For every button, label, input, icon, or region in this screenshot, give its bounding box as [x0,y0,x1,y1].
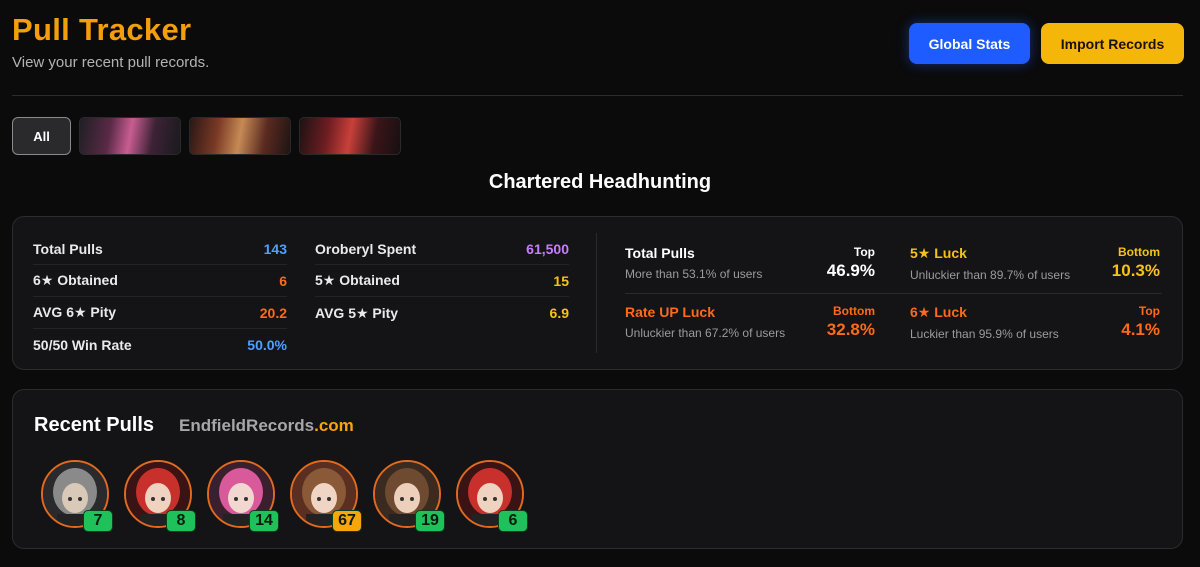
luck-percent: 46.9% [826,261,875,280]
luck-5star: 5★ Luck Unluckier than 89.7% of users Bo… [910,245,1160,282]
pull-item[interactable]: 67 [290,460,362,532]
banner-filter-2[interactable] [189,117,291,155]
stat-6star-obtained: 6★ Obtained 6 [33,265,287,297]
stats-column-left: Total Pulls 143 6★ Obtained 6 AVG 6★ Pity 2… [33,233,287,361]
page-header: Pull Tracker View your recent pull recor… [12,12,1184,82]
stat-5050-win-rate: 50/50 Win Rate 50.0% [33,329,287,361]
luck-percent: 10.3% [1111,261,1160,280]
brand-domain: .com [314,416,354,435]
stat-label: 50/50 Win Rate [33,337,132,353]
stat-oroberyl-spent: Oroberyl Spent 61,500 [315,233,569,265]
pity-badge: 6 [498,510,528,532]
stat-avg-5star-pity: AVG 5★ Pity 6.9 [315,297,569,329]
luck-title: Total Pulls [625,245,695,261]
stat-label: 5★ Obtained [315,272,400,288]
stat-label: Oroberyl Spent [315,240,417,257]
stats-card: Total Pulls 143 6★ Obtained 6 AVG 6★ Pity 2… [12,216,1183,370]
pity-badge: 19 [415,510,445,532]
recent-pulls-list: 7 8 14 67 19 6 [41,460,528,532]
luck-rank: Bottom [833,304,875,318]
luck-rate-up: Rate UP Luck Unluckier than 67.2% of use… [625,304,875,340]
stat-value: 50.0% [247,337,287,353]
pity-badge: 67 [332,510,362,532]
import-records-button[interactable]: Import Records [1041,23,1184,64]
pull-item[interactable]: 7 [41,460,113,532]
stat-value: 20.2 [259,304,287,321]
global-stats-button[interactable]: Global Stats [909,23,1030,64]
pull-item[interactable]: 6 [456,460,528,532]
banner-filter-1[interactable] [79,117,181,155]
stat-avg-6star-pity: AVG 6★ Pity 20.2 [33,297,287,329]
pull-item[interactable]: 8 [124,460,196,532]
stat-5star-obtained: 5★ Obtained 15 [315,265,569,297]
brand-name: EndfieldRecords [179,416,315,435]
stat-label: AVG 6★ Pity [33,304,117,320]
luck-separator [625,293,1162,294]
stat-label: Total Pulls [33,240,103,257]
stat-label: 6★ Obtained [33,272,118,288]
stat-label: AVG 5★ Pity [315,304,399,321]
pity-badge: 7 [83,510,113,532]
recent-pulls-title: Recent Pulls [34,414,155,436]
luck-percent: 32.8% [826,320,875,339]
stat-value: 61,500 [526,240,569,257]
site-watermark: EndfieldRecords.com [179,416,354,436]
stat-value: 143 [263,240,287,257]
stat-total-pulls: Total Pulls 143 [33,233,287,265]
pity-badge: 14 [249,510,279,532]
banner-title: Chartered Headhunting [488,171,712,193]
luck-total-pulls: Total Pulls More than 53.1% of users Top… [625,245,875,281]
luck-6star: 6★ Luck Luckier than 95.9% of users Top … [910,304,1160,341]
pull-item[interactable]: 14 [207,460,279,532]
pity-badge: 8 [166,510,196,532]
luck-rank: Top [853,245,875,259]
pull-item[interactable]: 19 [373,460,445,532]
banner-filters: All [12,117,401,155]
filter-all-button[interactable]: All [12,117,71,155]
luck-percent: 4.1% [1121,320,1160,339]
luck-title: 6★ Luck [910,304,967,320]
luck-rank: Top [1138,304,1160,318]
stats-separator [596,233,597,353]
header-actions: Global Stats Import Records [909,23,1184,64]
recent-pulls-card: Recent Pulls EndfieldRecords.com 7 8 14 67 1… [12,389,1183,549]
luck-rank: Bottom [1118,245,1160,259]
banner-filter-3[interactable] [299,117,401,155]
stats-column-right: Oroberyl Spent 61,500 5★ Obtained 15 AVG 5… [315,233,569,329]
stat-value: 6.9 [549,305,569,321]
header-divider [12,95,1183,96]
stat-value: 15 [553,272,569,289]
stat-value: 6 [279,272,287,289]
